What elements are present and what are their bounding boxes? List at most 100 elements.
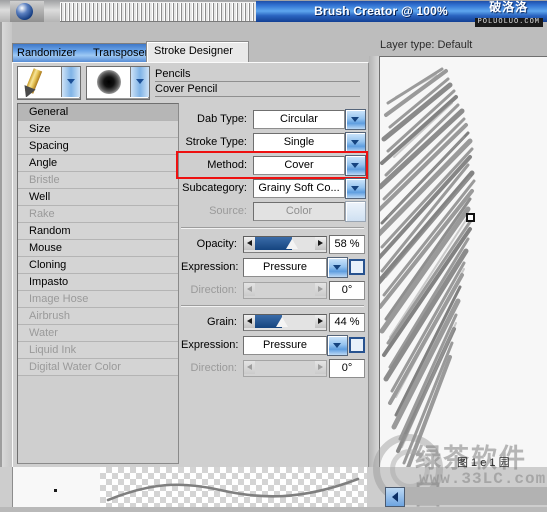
grain-label: Grain:: [207, 316, 237, 328]
watermark-cn-text: 破洛洛: [489, 0, 529, 14]
slider-left-arrow-icon[interactable]: [244, 315, 255, 328]
general-settings-area: Dab Type: Circular Stroke Type: Single M…: [176, 103, 368, 462]
grain-row: Grain: 44 %: [181, 313, 365, 332]
brush-variant-button[interactable]: [86, 66, 150, 100]
divider-1: [181, 227, 364, 229]
opacity-slider[interactable]: [243, 236, 327, 253]
subcategory-chevron-down-icon[interactable]: [345, 178, 366, 199]
sidebar-item-spacing[interactable]: Spacing: [18, 138, 178, 155]
cursor-marker-icon: [466, 213, 475, 222]
stroke-type-value[interactable]: Single: [253, 133, 345, 152]
sidebar-item-airbrush: Airbrush: [18, 308, 178, 325]
corel-painter-logo-icon: [16, 3, 33, 20]
opacity-direction-value[interactable]: 0°: [329, 281, 365, 300]
sidebar-item-cloning[interactable]: Cloning: [18, 257, 178, 274]
tab-stroke-designer-label: Stroke Designer: [154, 45, 233, 57]
opacity-expression-chevron-down-icon[interactable]: [327, 257, 348, 278]
grain-direction-slider: [243, 360, 327, 377]
section-list[interactable]: General Size Spacing Angle Bristle Well …: [17, 103, 179, 464]
title-bar: Brush Creator @ 100% 破洛洛 POLUOLUO.COM: [0, 0, 547, 27]
slider-left-arrow-icon: [244, 361, 255, 374]
source-value: Color: [253, 202, 345, 221]
source-label: Source:: [209, 205, 247, 217]
brush-category-button[interactable]: [17, 66, 81, 100]
slider-right-arrow-icon[interactable]: [315, 237, 326, 250]
dab-type-label: Dab Type:: [197, 113, 247, 125]
subcategory-label: Subcategory:: [182, 182, 247, 194]
sidebar-item-digital-water-color: Digital Water Color: [18, 359, 178, 376]
sidebar-item-rake: Rake: [18, 206, 178, 223]
sidebar-item-impasto[interactable]: Impasto: [18, 274, 178, 291]
sidebar-item-liquid-ink: Liquid Ink: [18, 342, 178, 359]
opacity-expression-label: Expression:: [181, 261, 239, 273]
subcategory-row: Subcategory: Grainy Soft Co...: [181, 178, 366, 199]
canvas-left-gutter: [369, 56, 379, 476]
stroke-type-row: Stroke Type: Single: [181, 132, 366, 153]
opacity-slider-thumb[interactable]: [286, 239, 298, 249]
sidebar-item-image-hose: Image Hose: [18, 291, 178, 308]
stroke-designer-panel: Pencils Cover Pencil General Size Spacin…: [12, 62, 369, 469]
opacity-value[interactable]: 58 %: [329, 235, 365, 254]
chevron-down-icon[interactable]: [130, 67, 149, 97]
brush-name-block: Pencils Cover Pencil: [155, 67, 360, 97]
opacity-direction-slider: [243, 282, 327, 299]
slider-left-arrow-icon: [244, 283, 255, 296]
slider-right-arrow-icon: [315, 361, 326, 374]
grain-invert-checkbox[interactable]: [349, 337, 365, 353]
opacity-direction-row: Direction: 0°: [181, 281, 365, 300]
grain-expression-label: Expression:: [181, 339, 239, 351]
opacity-expression-row: Expression: Pressure: [181, 257, 365, 278]
tab-transposer[interactable]: Transposer: [93, 46, 148, 61]
sidebar-item-bristle: Bristle: [18, 172, 178, 189]
sidebar-item-well[interactable]: Well: [18, 189, 178, 206]
sidebar-item-angle[interactable]: Angle: [18, 155, 178, 172]
tab-stroke-designer[interactable]: Stroke Designer: [146, 41, 249, 63]
stroke-preview-curve: [106, 477, 360, 502]
grain-expression-row: Expression: Pressure: [181, 335, 365, 356]
left-arrow-icon[interactable]: [385, 487, 405, 507]
grain-direction-value[interactable]: 0°: [329, 359, 365, 378]
grain-expression-chevron-down-icon[interactable]: [327, 335, 348, 356]
opacity-direction-label: Direction:: [190, 284, 237, 296]
grain-direction-label: Direction:: [190, 362, 237, 374]
brush-category-label: Pencils: [155, 67, 360, 82]
brush-selector-row: Pencils Cover Pencil: [13, 63, 368, 101]
grain-slider[interactable]: [243, 314, 327, 331]
sidebar-item-random[interactable]: Random: [18, 223, 178, 240]
layer-type-label: Layer type: Default: [380, 39, 473, 51]
dab-type-value[interactable]: Circular: [253, 110, 345, 129]
sidebar-item-general[interactable]: General: [18, 104, 178, 121]
slider-left-arrow-icon[interactable]: [244, 237, 255, 250]
subcategory-value[interactable]: Grainy Soft Co...: [253, 179, 345, 198]
chevron-down-icon[interactable]: [61, 67, 80, 97]
pencil-brush-icon: [18, 67, 60, 97]
method-highlight-box: [176, 151, 368, 179]
slider-right-arrow-icon[interactable]: [315, 315, 326, 328]
brush-variant-label: Cover Pencil: [155, 82, 360, 97]
stroke-type-label: Stroke Type:: [185, 136, 247, 148]
slider-right-arrow-icon: [315, 283, 326, 296]
grain-value[interactable]: 44 %: [329, 313, 365, 332]
title-grip-icon[interactable]: [60, 2, 256, 22]
window-title: Brush Creator @ 100%: [314, 4, 448, 18]
dab-type-chevron-down-icon[interactable]: [345, 109, 366, 130]
tab-randomizer[interactable]: Randomizer: [17, 46, 76, 61]
opacity-invert-checkbox[interactable]: [349, 259, 365, 275]
grain-direction-row: Direction: 0°: [181, 359, 365, 378]
brush-creator-window: Brush Creator @ 100% 破洛洛 POLUOLUO.COM Ra…: [0, 0, 547, 510]
opacity-label: Opacity:: [196, 238, 237, 250]
opacity-expression-value[interactable]: Pressure: [243, 258, 327, 277]
sidebar-item-water: Water: [18, 325, 178, 342]
grain-slider-thumb[interactable]: [276, 317, 288, 327]
sidebar-item-mouse[interactable]: Mouse: [18, 240, 178, 257]
watermark-en-text: POLUOLUO.COM: [474, 18, 543, 27]
window-left-edge: [0, 22, 12, 507]
bottom-right-strip: [403, 487, 547, 505]
sidebar-item-size[interactable]: Size: [18, 121, 178, 138]
grain-expression-value[interactable]: Pressure: [243, 336, 327, 355]
dab-preview-dot-icon: [54, 489, 57, 492]
stroke-type-chevron-down-icon[interactable]: [345, 132, 366, 153]
stroke-preview-canvas[interactable]: [379, 56, 547, 478]
dab-type-row: Dab Type: Circular: [181, 109, 366, 130]
source-row: Source: Color: [181, 201, 366, 222]
